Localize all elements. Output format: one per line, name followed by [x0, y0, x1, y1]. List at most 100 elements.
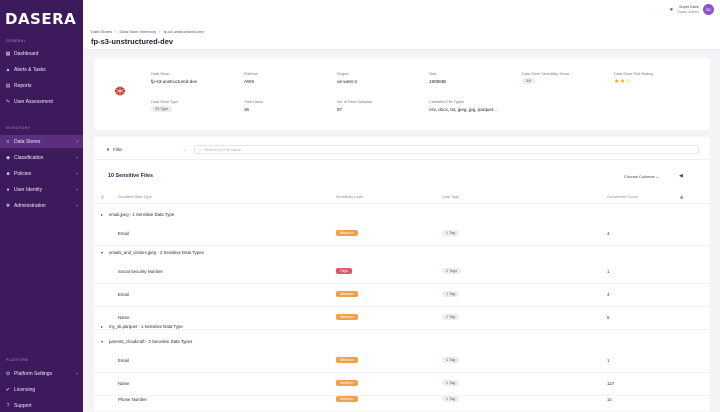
assessment-icon: ✎ [5, 98, 11, 105]
gear-icon: ⚙ [5, 370, 11, 377]
sidebar-item-reports[interactable]: ▤ Reports [0, 79, 83, 92]
sidebar-item-user-assessment[interactable]: ✎ User Assessment [0, 95, 83, 108]
table-title: 10 Sensitive Files [108, 173, 153, 179]
sidebar-item-alerts[interactable]: ▲ Alerts & Tasks [0, 63, 83, 76]
columns-toggle-icon[interactable]: ◀ [679, 173, 683, 179]
sensitivity-badge: Medium [336, 357, 358, 363]
data-store-info-card: Data Store fp-s3-unstructured-dev Platfo… [94, 58, 710, 130]
column-header-tags[interactable]: Data Tags [442, 195, 459, 199]
table-row[interactable]: Email Medium 1 Tag 4 [94, 223, 710, 246]
sidebar-item-label: Policies [14, 170, 32, 177]
field-risk-rating: Data Store Risk Rating ★★☆ [614, 72, 653, 85]
field-sensitivity-score: Data Store Sensitivity Score 3/5 [522, 72, 570, 84]
collapse-caret-icon[interactable]: ▾ [101, 250, 103, 255]
table-row[interactable]: Phone Number Medium 1 Tag 14 [94, 389, 710, 412]
report-icon: ▤ [5, 82, 11, 89]
filter-label: Filter [113, 147, 123, 152]
sensitivity-badge: Medium [336, 396, 358, 402]
breadcrumb: Data Stores › Data Store Inventory › fp-… [91, 29, 204, 34]
tag-pill[interactable]: 1 Tag [442, 291, 460, 297]
file-group-row[interactable]: ▸ email.jpeg - 1 Sensitive Data Type [94, 208, 710, 223]
field-size: Size 1905MB [429, 72, 447, 84]
user-info: Super Dave Super Admin [677, 5, 699, 15]
chevron-right-icon: › [76, 170, 78, 177]
sidebar-item-policies[interactable]: ■ Policies › [0, 167, 83, 180]
occurrence-count: 1 [607, 358, 610, 363]
filter-bar: ▼ Filter ⌄ ⌕ Search by File name [94, 137, 710, 160]
page-title: fp-s3-unstructured-dev [91, 37, 174, 46]
sidebar-item-label: Support [14, 402, 32, 409]
tag-pill[interactable]: 2 Tags [442, 268, 462, 274]
nav-section-inventory: INVENTORY [6, 126, 31, 130]
admin-icon: ✚ [5, 202, 11, 209]
sensitive-files-table-card: ▼ Filter ⌄ ⌕ Search by File name 10 Sens… [94, 137, 710, 412]
sidebar-item-administration[interactable]: ✚ Administration › [0, 199, 83, 212]
collapse-caret-icon[interactable]: ▾ [101, 339, 103, 344]
breadcrumb-inventory[interactable]: Data Store Inventory [119, 29, 156, 34]
collapse-caret-icon[interactable]: ▸ [101, 324, 103, 329]
sidebar-item-support[interactable]: ? Support [0, 399, 83, 412]
sidebar-item-data-stores[interactable]: ≡ Data Stores › [0, 135, 83, 148]
field-total-users: Total Users 36 [244, 100, 263, 112]
tag-pill[interactable]: 1 Tag [442, 380, 460, 386]
dashboard-icon: ▦ [5, 50, 11, 57]
settings-gear-icon[interactable]: ⚙ [680, 195, 683, 200]
user-icon: ● [6, 186, 10, 193]
chevron-down-icon: ⌄ [182, 147, 186, 152]
column-header-count[interactable]: Occurrence Count [607, 195, 638, 199]
field-region: Region us-west-2 [337, 72, 357, 84]
table-header: ⊽ Sensitive Data Type Sensitivity Level … [94, 192, 710, 204]
s3-bucket-icon [114, 85, 126, 97]
sidebar-item-classification[interactable]: ◆ Classification › [0, 151, 83, 164]
choose-columns-button[interactable]: Choose Columns ⌄ [624, 174, 659, 179]
filter-icon: ▼ [106, 147, 111, 152]
breadcrumb-separator: › [159, 29, 161, 34]
table-row[interactable]: Email Medium 1 Tag 4 [94, 284, 710, 307]
collapse-caret-icon[interactable]: ▸ [101, 212, 103, 217]
filter-columns-icon[interactable]: ⊽ [101, 195, 104, 200]
breadcrumb-current: fp-s3-unstructured-dev [163, 29, 204, 34]
file-group-row[interactable]: ▾ parent3_cloudcraft - 3 Sensitive Data … [94, 335, 710, 350]
occurrence-count: 4 [607, 231, 610, 236]
nav-section-general: GENERAL [6, 39, 26, 43]
sidebar-item-label: Classification [14, 154, 44, 161]
tag-pill[interactable]: 1 Tag [442, 357, 460, 363]
field-data-store-type: Data Store Type S3 Type [151, 100, 179, 112]
sidebar-item-licensing[interactable]: ✔ Licensing [0, 383, 83, 396]
chevron-right-icon: › [76, 202, 78, 209]
user-name: Super Dave [678, 4, 699, 9]
sensitivity-badge: Medium [336, 230, 358, 236]
tag-pill[interactable]: 1 Tag [442, 396, 460, 402]
header: Data Stores › Data Store Inventory › fp-… [83, 0, 720, 50]
dasera-logo[interactable]: DASERA [5, 10, 76, 28]
license-icon: ✔ [5, 386, 11, 393]
sidebar-item-dashboard[interactable]: ▦ Dashboard [0, 47, 83, 60]
search-placeholder: Search by File name [204, 147, 241, 152]
field-files-sampled: No. of Files Sampled 97 [337, 100, 373, 112]
chevron-right-icon: › [76, 186, 78, 193]
column-header-data-type[interactable]: Sensitive Data Type [118, 195, 152, 199]
chevron-right-icon: › [76, 370, 78, 377]
sidebar-item-label: Dashboard [14, 50, 39, 57]
search-icon: ⌕ [199, 147, 202, 152]
table-row[interactable]: Social Security Number High 2 Tags 1 [94, 261, 710, 284]
user-menu[interactable]: ● Super Dave Super Admin SD [670, 4, 714, 15]
column-header-sensitivity[interactable]: Sensitivity Level [336, 195, 363, 199]
sidebar-item-platform-settings[interactable]: ⚙ Platform Settings › [0, 367, 83, 380]
chevron-right-icon: › [76, 154, 78, 161]
table-row[interactable]: Email Medium 1 Tag 1 [94, 350, 710, 373]
tag-pill[interactable]: 1 Tag [442, 230, 460, 236]
file-group-row[interactable]: ▸ my_sk.parquet - 1 Sensitive Data Type [94, 320, 710, 335]
risk-rating-icon: ★★☆ [614, 79, 632, 85]
alert-icon: ▲ [5, 66, 11, 73]
sidebar-item-label: Licensing [14, 386, 36, 393]
filter-dropdown[interactable]: ▼ Filter ⌄ [106, 145, 186, 154]
notification-bell-icon[interactable]: ● [670, 7, 674, 13]
sidebar-item-user-identity[interactable]: ● User Identity › [0, 183, 83, 196]
chevron-right-icon: › [76, 138, 78, 145]
search-input[interactable]: ⌕ Search by File name [194, 145, 699, 154]
file-group-row[interactable]: ▾ emails_and_visitors.jpeg - 3 Sensitive… [94, 246, 710, 261]
avatar[interactable]: SD [703, 4, 714, 15]
breadcrumb-data-stores[interactable]: Data Stores [91, 29, 112, 34]
policy-icon: ■ [6, 170, 10, 177]
